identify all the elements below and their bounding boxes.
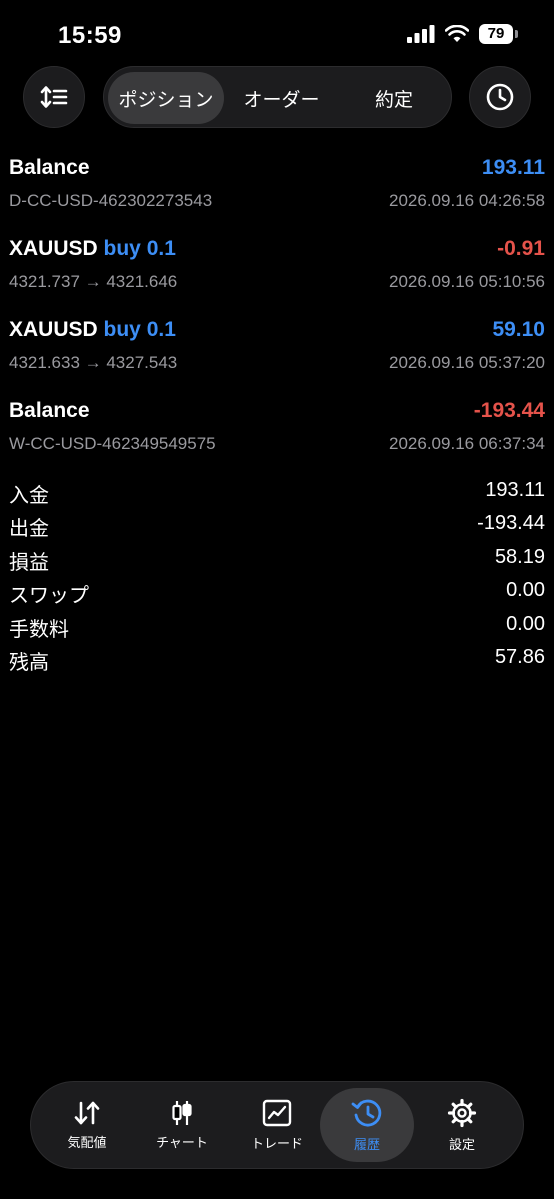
tab-positions[interactable]: ポジション <box>108 72 224 124</box>
tab-switcher: ポジション オーダー 約定 <box>103 66 452 128</box>
deal-title: XAUUSD buy 0.1 <box>9 237 176 261</box>
gear-icon <box>447 1098 477 1127</box>
nav-label: トレード <box>250 1135 303 1151</box>
summary-value: 193.11 <box>485 479 545 501</box>
history-row[interactable]: XAUUSD buy 0.1 59.10 4321.633 → 4327.543… <box>0 314 554 395</box>
summary-label: 出金 <box>9 518 49 541</box>
history-row[interactable]: Balance 193.11 D-CC-USD-462302273543 202… <box>0 152 554 233</box>
battery-level: 79 <box>479 24 513 44</box>
summary-row-withdrawal: 出金 -193.44 <box>0 509 554 542</box>
deal-time: 2026.09.16 04:26:58 <box>389 191 545 210</box>
deal-amount: -0.91 <box>497 237 545 260</box>
deal-prices: 4321.737 → 4321.646 <box>9 272 178 291</box>
deal-amount: 193.11 <box>481 156 545 179</box>
signal-icon <box>407 25 435 43</box>
sort-button[interactable] <box>23 66 85 128</box>
nav-history[interactable]: 履歴 <box>320 1088 414 1162</box>
summary-label: 損益 <box>9 551 49 574</box>
trade-chart-icon <box>262 1099 292 1126</box>
summary-label: スワップ <box>9 585 89 608</box>
deal-reference: D-CC-USD-462302273543 <box>9 191 213 210</box>
summary-value: -193.44 <box>477 512 545 535</box>
top-toolbar: ポジション オーダー 約定 <box>0 66 554 132</box>
summary-label: 手数料 <box>9 618 69 641</box>
deal-symbol: Balance <box>9 156 90 179</box>
deal-amount: -193.44 <box>473 399 545 422</box>
nav-label: 設定 <box>448 1136 475 1152</box>
summary-value: 57.86 <box>494 645 545 668</box>
deal-reference: W-CC-USD-462349549575 <box>9 434 216 453</box>
bottom-nav: 気配値 チャート トレード 履歴 設定 <box>30 1081 524 1169</box>
battery-icon: 79 <box>479 24 518 44</box>
deal-type: buy 0.1 <box>103 318 176 341</box>
period-button[interactable] <box>469 66 531 128</box>
deal-type: buy 0.1 <box>103 237 176 260</box>
deal-symbol: XAUUSD <box>9 318 98 341</box>
status-icons: 79 <box>407 24 518 44</box>
sort-icon <box>40 86 68 108</box>
nav-label: 気配値 <box>67 1134 107 1150</box>
tab-deals[interactable]: 約定 <box>339 72 449 124</box>
summary-row-profit: 損益 58.19 <box>0 543 554 576</box>
deal-title: Balance <box>9 399 90 423</box>
deal-prices: 4321.633 → 4327.543 <box>9 353 178 372</box>
deal-title: Balance <box>9 156 90 180</box>
deal-title: XAUUSD buy 0.1 <box>9 318 176 342</box>
status-time: 15:59 <box>58 22 122 49</box>
status-bar: 15:59 79 <box>0 0 554 70</box>
deal-amount: 59.10 <box>492 318 545 341</box>
history-list: Balance 193.11 D-CC-USD-462302273543 202… <box>0 152 554 476</box>
nav-settings[interactable]: 設定 <box>415 1088 509 1162</box>
summary-row-balance: 残高 57.86 <box>0 643 554 676</box>
nav-chart[interactable]: チャート <box>135 1088 229 1162</box>
summary-label: 入金 <box>9 485 49 507</box>
deal-time: 2026.09.16 05:37:20 <box>389 353 545 372</box>
history-clock-icon <box>351 1099 382 1126</box>
history-row[interactable]: XAUUSD buy 0.1 -0.91 4321.737 → 4321.646… <box>0 233 554 314</box>
wifi-icon <box>445 25 469 42</box>
summary-row-commission: 手数料 0.00 <box>0 610 554 643</box>
summary-value: 0.00 <box>506 612 545 635</box>
candlestick-chart-icon <box>172 1100 192 1125</box>
summary-section: 入金 193.11 出金 -193.44 損益 58.19 スワップ 0.00 … <box>0 476 554 676</box>
nav-trade[interactable]: トレード <box>230 1088 324 1162</box>
summary-value: 0.00 <box>506 579 545 602</box>
summary-label: 残高 <box>9 651 49 674</box>
deal-symbol: Balance <box>9 399 90 422</box>
summary-value: 58.19 <box>494 545 545 568</box>
deal-time: 2026.09.16 05:10:56 <box>389 272 545 291</box>
quotes-arrows-icon <box>74 1101 100 1124</box>
summary-row-deposit: 入金 193.11 <box>0 476 554 509</box>
history-row[interactable]: Balance -193.44 W-CC-USD-462349549575 20… <box>0 395 554 476</box>
nav-label: チャート <box>156 1134 208 1150</box>
summary-row-swap: スワップ 0.00 <box>0 576 554 609</box>
tab-orders[interactable]: オーダー <box>224 72 339 124</box>
nav-quotes[interactable]: 気配値 <box>40 1088 134 1162</box>
nav-label: 履歴 <box>353 1136 380 1152</box>
clock-icon <box>486 83 514 111</box>
deal-symbol: XAUUSD <box>9 237 98 260</box>
deal-time: 2026.09.16 06:37:34 <box>389 434 545 453</box>
